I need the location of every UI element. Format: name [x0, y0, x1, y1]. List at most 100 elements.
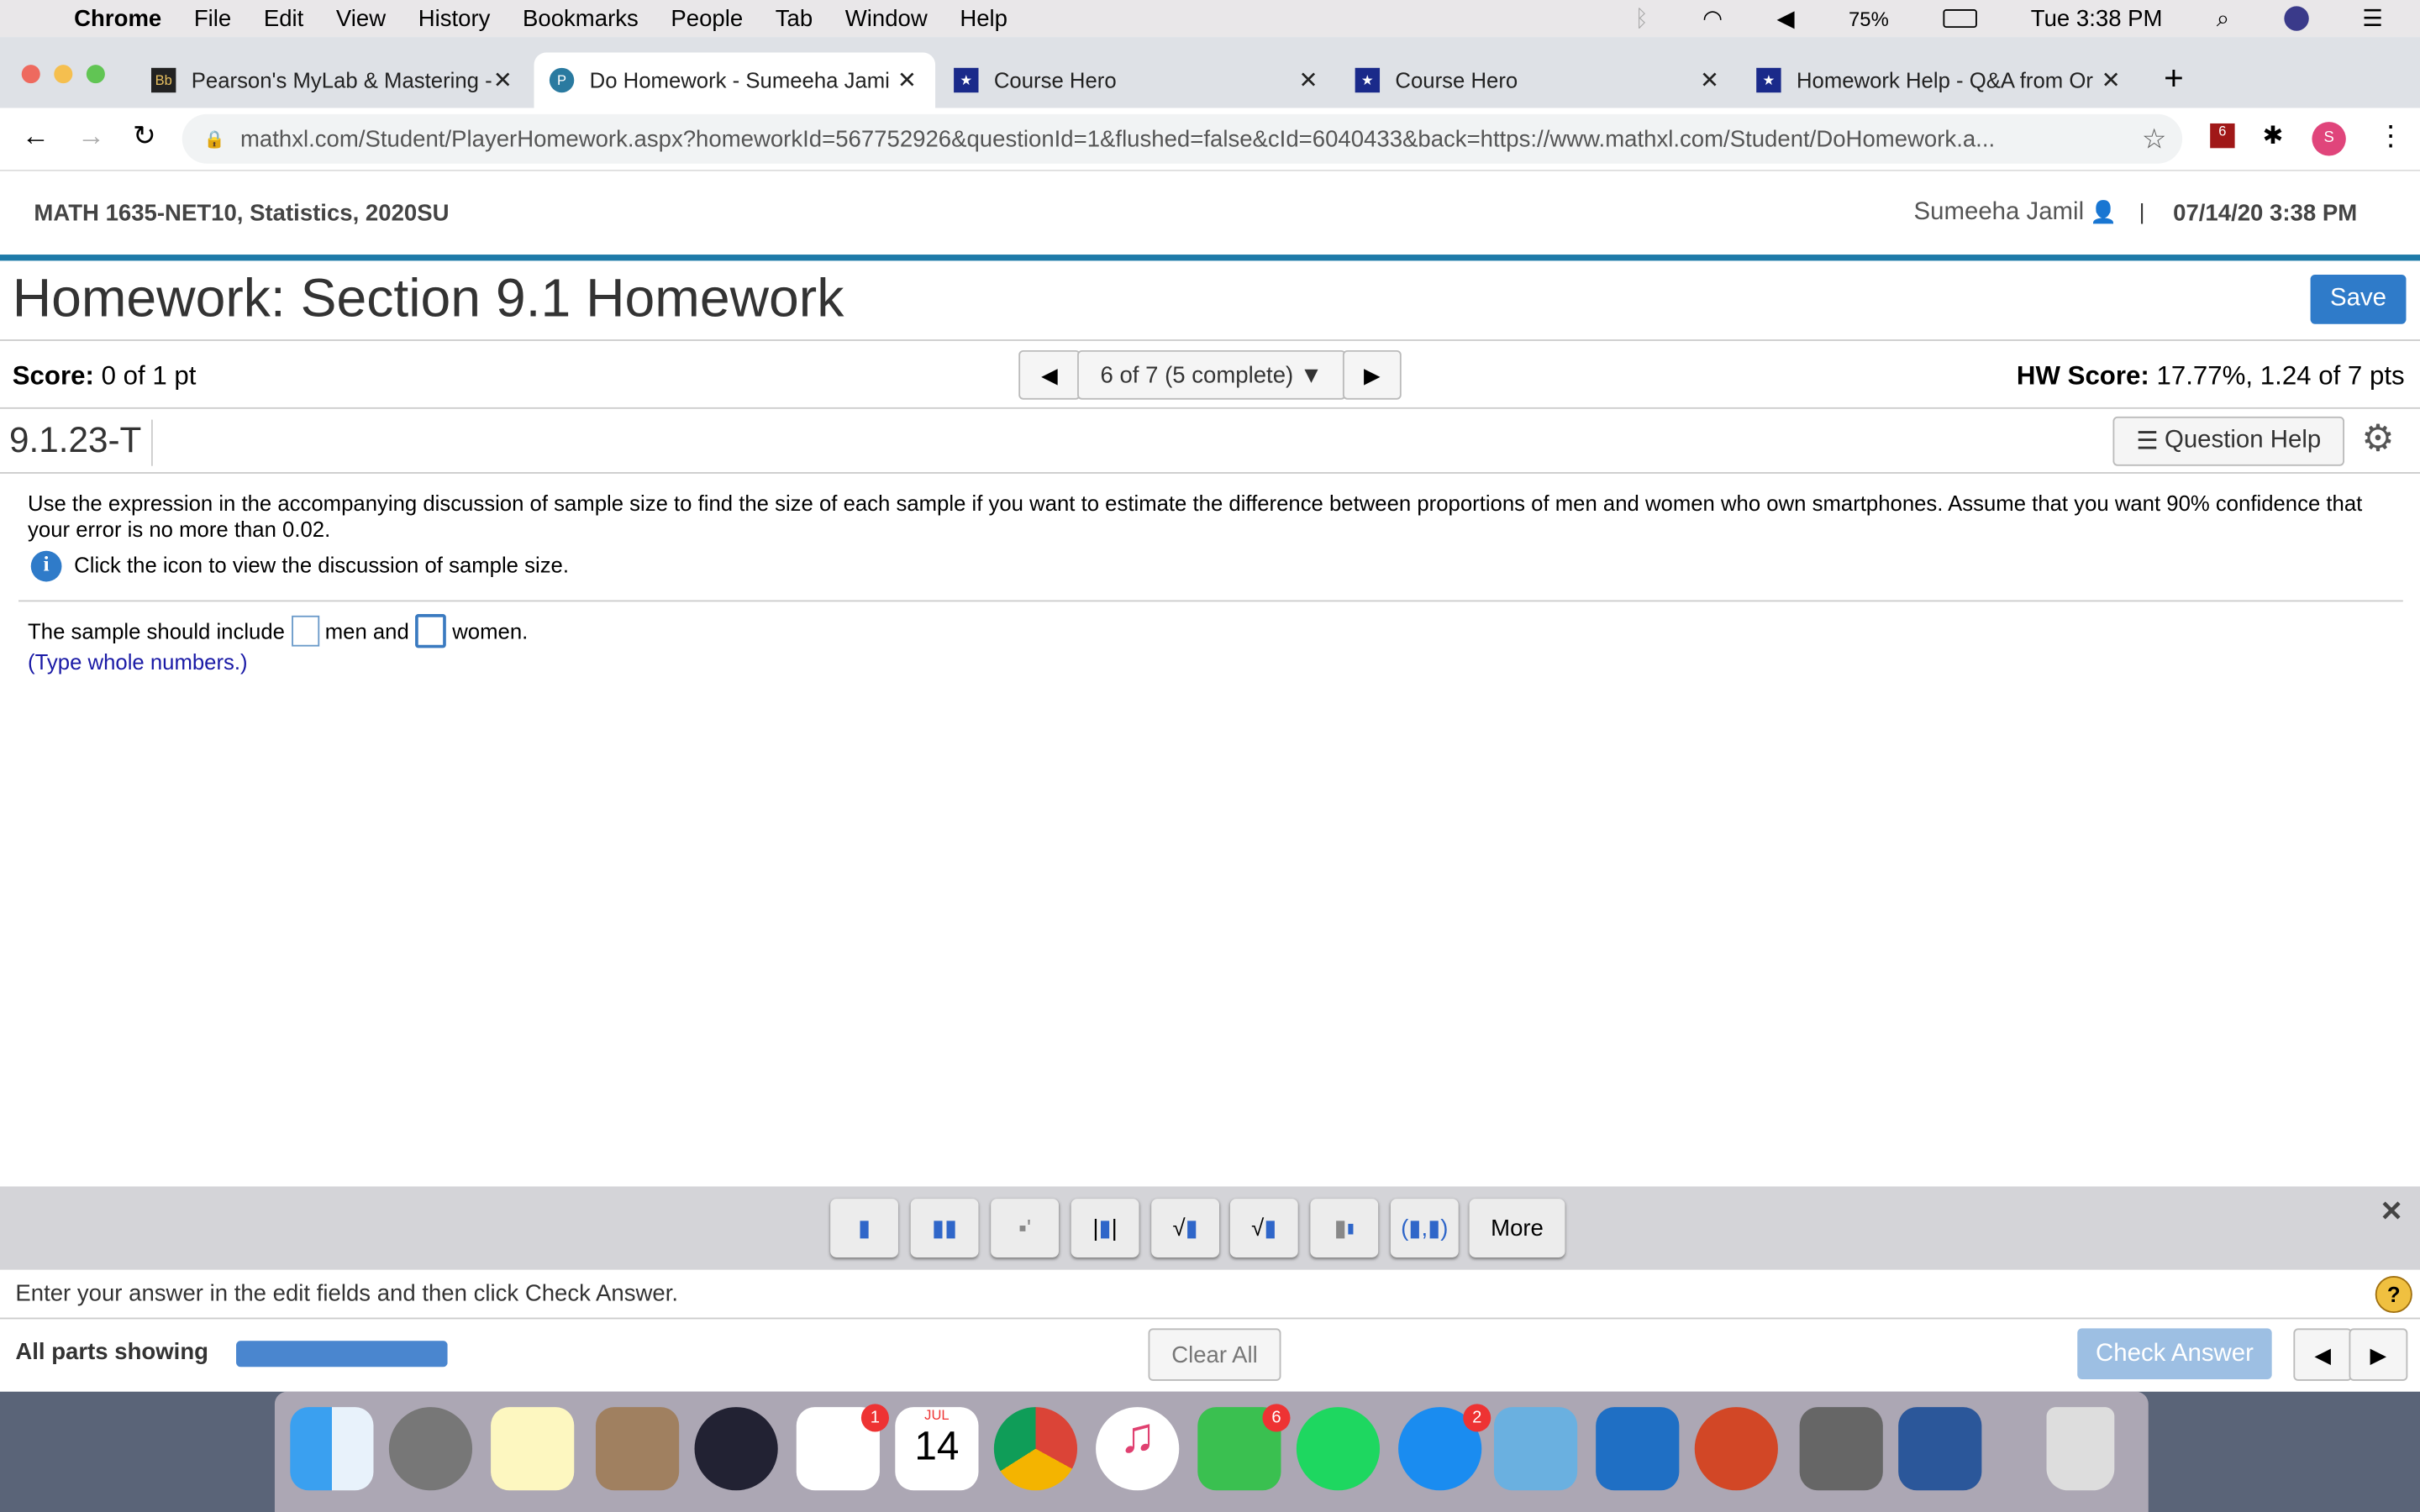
- menu-bookmarks[interactable]: Bookmarks: [523, 5, 639, 31]
- math-toolbar: ▮ ▮▮ ▪' | ▮ | √ ▮ √ ▮ ▮ ▮ (▮,▮) More ✕: [0, 1186, 2420, 1270]
- notes-icon[interactable]: [491, 1407, 575, 1491]
- nth-root-button[interactable]: √ ▮: [1229, 1199, 1298, 1257]
- exponent-button[interactable]: ▪': [991, 1199, 1060, 1257]
- divider: [0, 472, 2420, 474]
- spotify-icon[interactable]: [1296, 1407, 1381, 1491]
- reminders-icon[interactable]: 1: [796, 1404, 889, 1491]
- help-icon[interactable]: ?: [2375, 1275, 2412, 1314]
- new-tab-button[interactable]: +: [2164, 59, 2184, 99]
- url-input[interactable]: 🔒 mathxl.com/Student/PlayerHomework.aspx…: [182, 113, 2183, 164]
- mixed-number-button[interactable]: ▮▮: [910, 1199, 979, 1257]
- list-icon: ☰: [2136, 428, 2159, 455]
- url-text: mathxl.com/Student/PlayerHomework.aspx?h…: [239, 125, 1996, 152]
- more-button[interactable]: More: [1469, 1199, 1565, 1257]
- kindle-icon[interactable]: [1493, 1407, 1578, 1491]
- app-store-icon[interactable]: 2: [1398, 1404, 1491, 1491]
- divider: [0, 1317, 2420, 1320]
- system-preferences-icon[interactable]: [1799, 1407, 1883, 1491]
- caret-down-icon: ▼: [1299, 361, 1323, 388]
- next-part-button[interactable]: ▶: [2349, 1328, 2408, 1381]
- zoom-window-button[interactable]: [86, 65, 105, 84]
- women-sample-input[interactable]: [415, 614, 446, 648]
- question-text: Use the expression in the accompanying d…: [28, 491, 2363, 542]
- menu-file[interactable]: File: [194, 5, 231, 31]
- tab-do-homework[interactable]: P Do Homework - Sumeeha Jami ✕: [534, 52, 936, 108]
- siri-icon[interactable]: [2283, 6, 2308, 31]
- ordered-pair-button[interactable]: (▮,▮): [1390, 1199, 1459, 1257]
- back-icon[interactable]: ←: [22, 120, 50, 153]
- minimize-window-button[interactable]: [54, 65, 73, 84]
- men-sample-input[interactable]: [291, 615, 319, 647]
- subscript-button[interactable]: ▮ ▮: [1310, 1199, 1379, 1257]
- close-tab-icon[interactable]: ✕: [2102, 66, 2121, 94]
- facetime-badge: 6: [1262, 1404, 1291, 1432]
- close-window-button[interactable]: [21, 65, 40, 84]
- extensions-puzzle-icon[interactable]: ✱: [2263, 120, 2284, 151]
- check-answer-button[interactable]: Check Answer: [2077, 1328, 2272, 1380]
- tab-pearson[interactable]: Bb Pearson's MyLab & Mastering - ✕: [136, 52, 531, 108]
- wifi-icon[interactable]: ◠: [1702, 5, 1723, 32]
- profile-avatar[interactable]: S: [2312, 122, 2346, 156]
- spotlight-icon[interactable]: ⌕: [2217, 5, 2229, 31]
- blackboard-icon: Bb: [151, 67, 176, 93]
- powerpoint-icon[interactable]: [1694, 1407, 1778, 1491]
- tab-homework-help[interactable]: ★ Homework Help - Q&A from Or ✕: [1741, 52, 2139, 108]
- launchpad-icon[interactable]: [388, 1407, 473, 1491]
- menu-help[interactable]: Help: [960, 5, 1007, 31]
- clear-all-button[interactable]: Clear All: [1148, 1328, 1281, 1381]
- question-selector-dropdown[interactable]: 6 of 7 (5 complete) ▼: [1077, 349, 1346, 400]
- extension-icon[interactable]: 6: [2210, 123, 2235, 149]
- menu-app[interactable]: Chrome: [74, 5, 161, 31]
- volume-icon[interactable]: ◀: [1777, 5, 1795, 32]
- tab-course-hero-1[interactable]: ★ Course Hero ✕: [939, 52, 1337, 108]
- calculator-icon[interactable]: [595, 1407, 680, 1491]
- calendar-icon[interactable]: JUL 14: [895, 1407, 979, 1491]
- reload-icon[interactable]: ↻: [133, 120, 156, 153]
- menu-edit[interactable]: Edit: [264, 5, 303, 31]
- close-tab-icon[interactable]: ✕: [1298, 66, 1318, 94]
- info-icon[interactable]: i: [30, 550, 62, 582]
- bookmark-star-icon[interactable]: ☆: [2142, 123, 2167, 155]
- tab-title: Do Homework - Sumeeha Jami: [589, 67, 890, 93]
- close-tab-icon[interactable]: ✕: [493, 66, 513, 94]
- forward-icon[interactable]: →: [77, 120, 105, 153]
- user-name[interactable]: Sumeeha Jamil: [1914, 199, 2085, 227]
- close-tab-icon[interactable]: ✕: [897, 66, 917, 94]
- absolute-value-button[interactable]: | ▮ |: [1071, 1199, 1139, 1257]
- chrome-menu-icon[interactable]: ⋮: [2377, 120, 2405, 153]
- settings-gear-icon[interactable]: ⚙: [2361, 417, 2395, 461]
- user-icon: 👤: [2089, 198, 2117, 224]
- menu-tab[interactable]: Tab: [776, 5, 813, 31]
- facetime-icon[interactable]: 6: [1197, 1404, 1291, 1491]
- menu-history[interactable]: History: [418, 5, 491, 31]
- save-button[interactable]: Save: [2310, 274, 2407, 324]
- outlook-icon[interactable]: [1596, 1407, 1680, 1491]
- finder-icon[interactable]: [290, 1407, 374, 1491]
- question-score: Score: 0 of 1 pt: [13, 361, 197, 392]
- word-icon[interactable]: [1898, 1407, 1982, 1491]
- menu-people[interactable]: People: [671, 5, 743, 31]
- chrome-icon[interactable]: [993, 1407, 1078, 1491]
- clock[interactable]: Tue 3:38 PM: [2031, 5, 2163, 31]
- siri-icon[interactable]: [694, 1407, 778, 1491]
- notification-center-icon[interactable]: ☰: [2362, 5, 2383, 32]
- close-toolbar-icon[interactable]: ✕: [2380, 1195, 2403, 1228]
- bluetooth-icon[interactable]: ᛒ: [1634, 5, 1649, 31]
- previous-part-button[interactable]: ◀: [2293, 1328, 2353, 1381]
- info-text[interactable]: Click the icon to view the discussion of…: [74, 553, 569, 577]
- fraction-button[interactable]: ▮: [830, 1199, 898, 1257]
- question-help-button[interactable]: ☰ Question Help: [2112, 416, 2345, 466]
- close-tab-icon[interactable]: ✕: [1700, 66, 1719, 94]
- previous-question-button[interactable]: ◀: [1018, 349, 1081, 400]
- trash-icon[interactable]: [2046, 1407, 2115, 1491]
- music-icon[interactable]: ♫: [1096, 1407, 1180, 1491]
- tab-course-hero-2[interactable]: ★ Course Hero ✕: [1339, 52, 1738, 108]
- menu-window[interactable]: Window: [845, 5, 928, 31]
- progress-fill: [236, 1341, 448, 1368]
- battery-icon[interactable]: [1943, 9, 1977, 29]
- answer-line: The sample should include men and women.: [28, 614, 528, 648]
- menu-view[interactable]: View: [336, 5, 386, 31]
- next-question-button[interactable]: ▶: [1342, 349, 1402, 400]
- square-root-button[interactable]: √ ▮: [1151, 1199, 1220, 1257]
- battery-text: 75%: [1849, 7, 1889, 30]
